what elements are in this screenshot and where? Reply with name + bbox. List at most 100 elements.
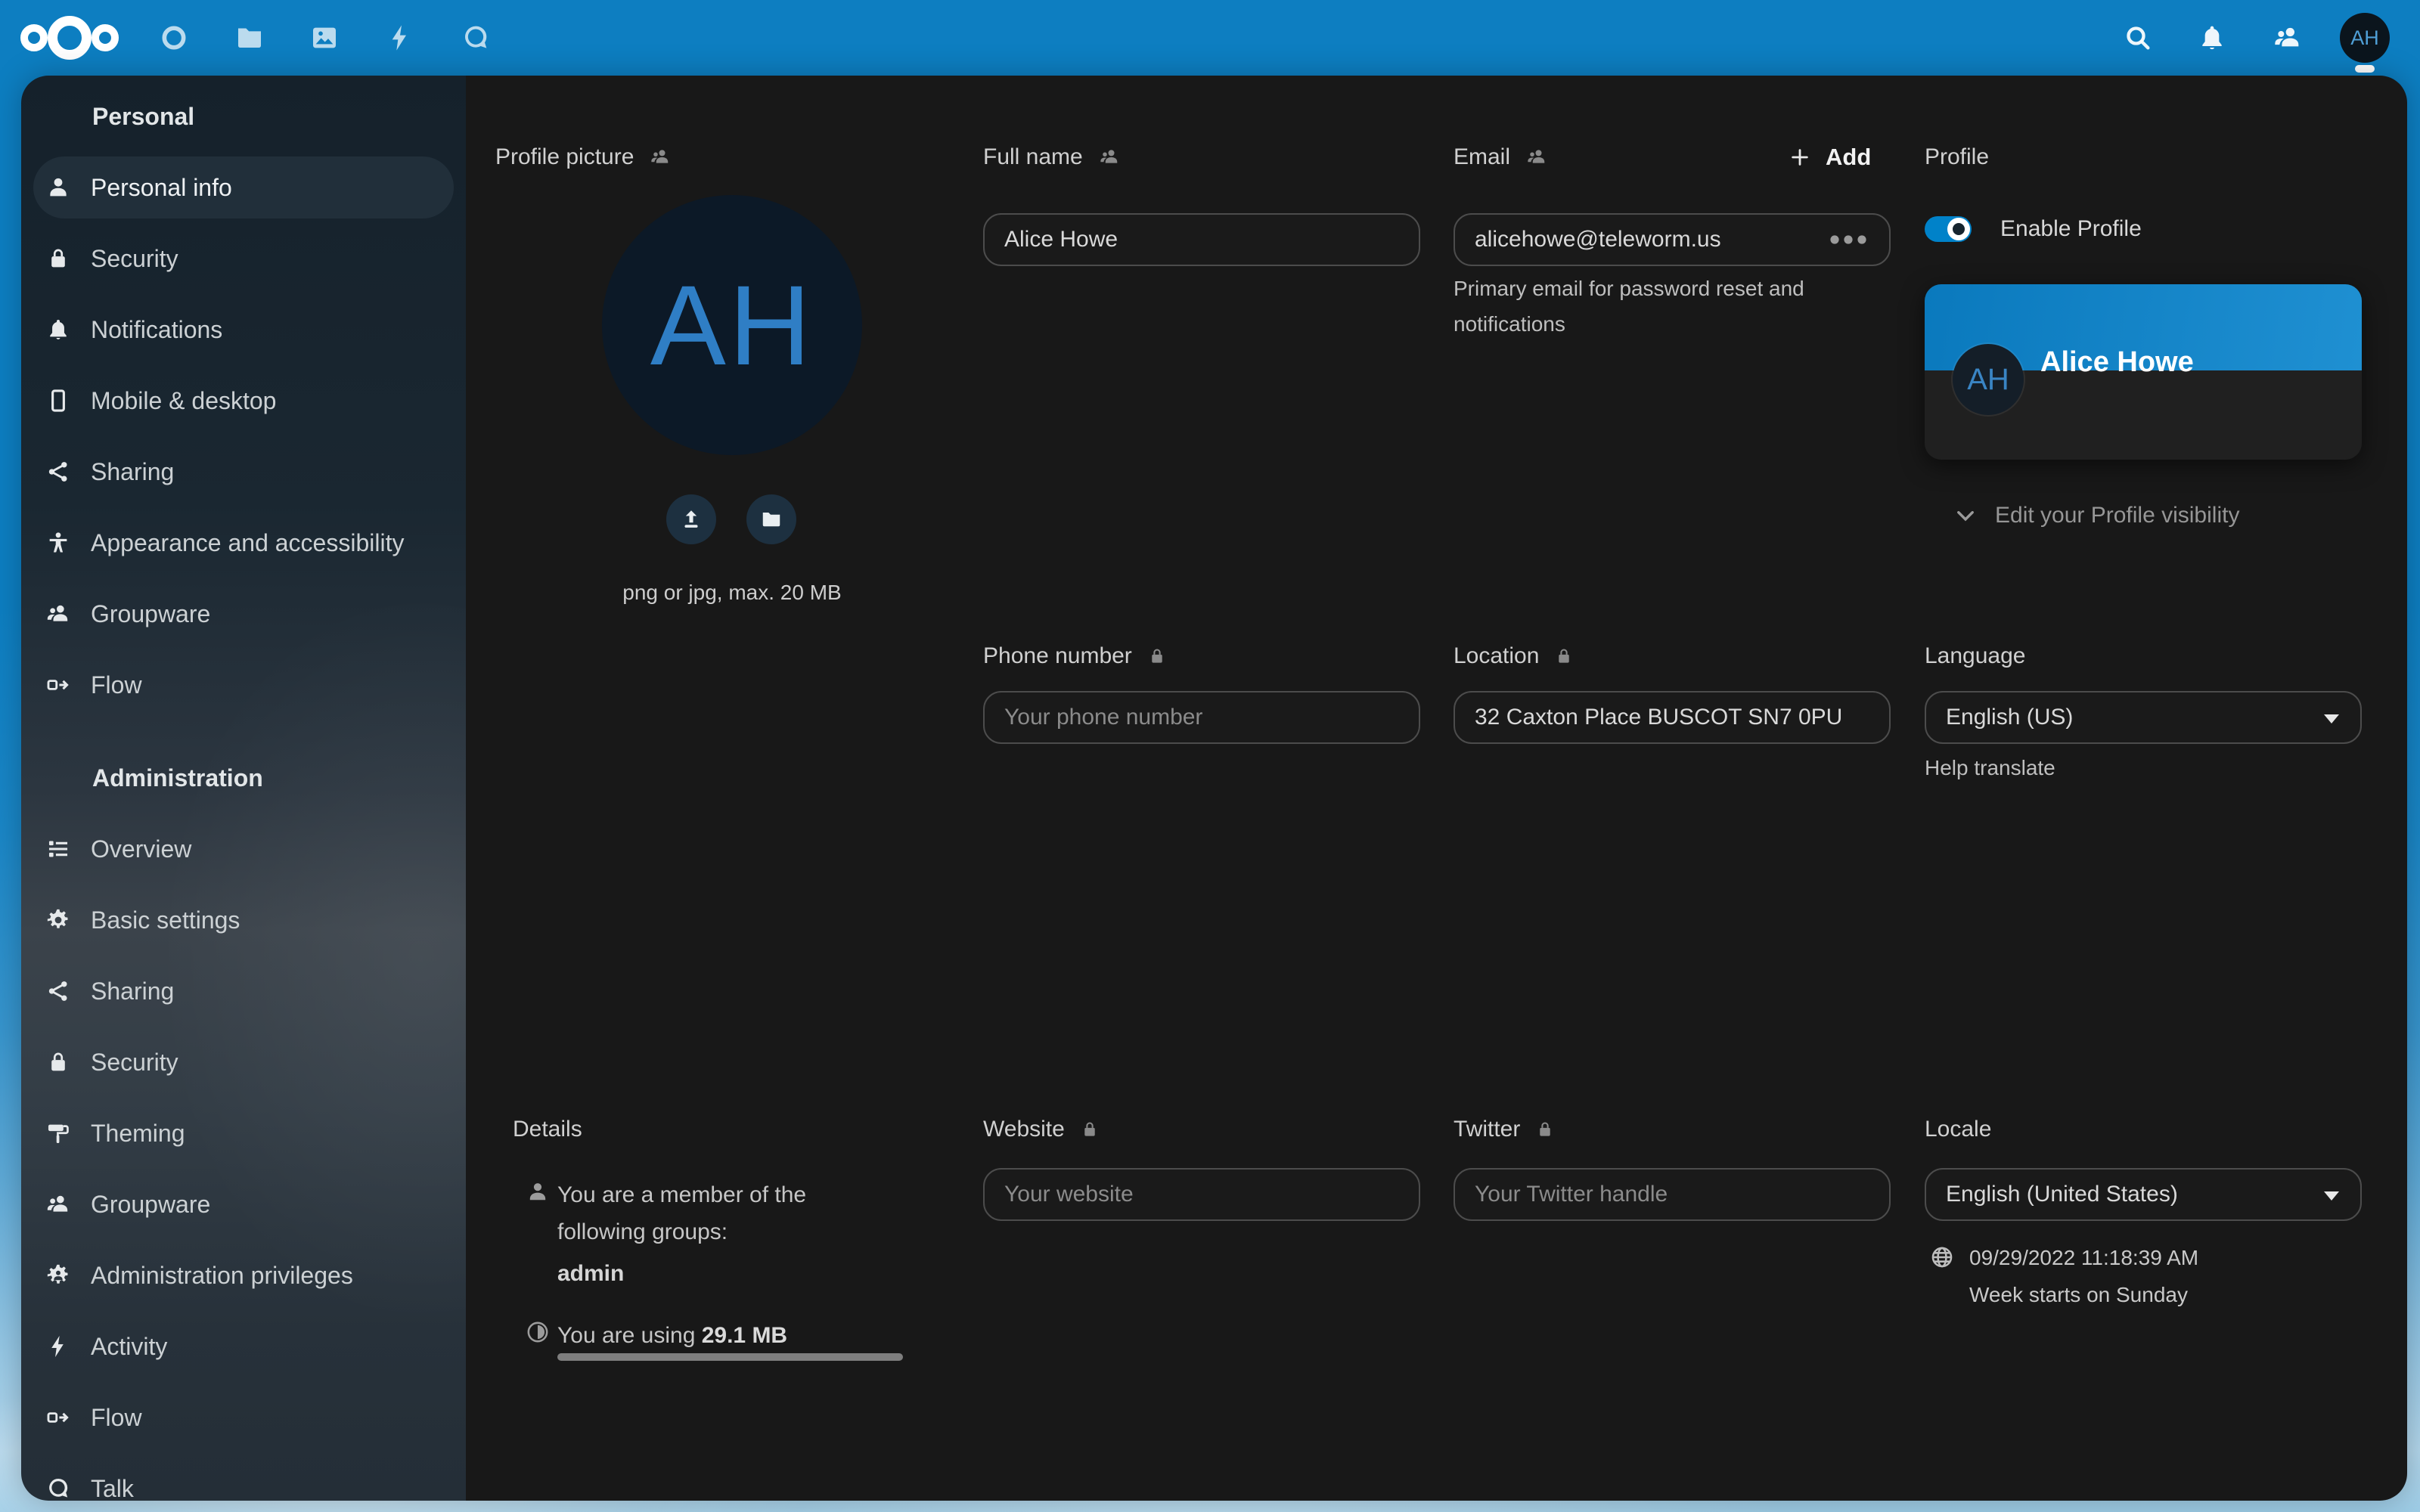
sidebar-item-groupware[interactable]: Groupware	[33, 583, 454, 645]
sidebar-item-label: Theming	[91, 1120, 185, 1148]
lock-icon[interactable]	[1147, 646, 1167, 666]
contacts-icon[interactable]	[2273, 23, 2303, 53]
add-email-button[interactable]: Add	[1789, 141, 1871, 174]
talk-icon[interactable]	[461, 23, 491, 53]
sidebar-item-label: Security	[91, 245, 178, 273]
admin-icon	[45, 1263, 71, 1288]
chevron-down-icon	[1953, 503, 1978, 528]
lock-icon	[45, 1049, 71, 1075]
phone-number-label: Phone number	[983, 640, 1167, 673]
sidebar-item-appearance-and-accessibility[interactable]: Appearance and accessibility	[33, 512, 454, 574]
sidebar-item-administration-privileges[interactable]: Administration privileges	[33, 1244, 454, 1306]
sidebar-item-theming[interactable]: Theming	[33, 1102, 454, 1164]
sidebar-item-label: Sharing	[91, 458, 174, 486]
profile-picture-avatar: AH	[602, 195, 862, 455]
sidebar-item-label: Flow	[91, 671, 142, 699]
top-header: AH	[0, 0, 2420, 76]
scope-people-icon[interactable]	[649, 146, 672, 169]
details-heading: Details	[513, 1113, 582, 1146]
lock-icon[interactable]	[1554, 646, 1574, 666]
sidebar-item-talk[interactable]: Talk	[33, 1458, 454, 1501]
list-icon	[45, 836, 71, 862]
sidebar-item-security[interactable]: Security	[33, 228, 454, 290]
profile-heading: Profile	[1925, 141, 1989, 174]
enable-profile-toggle[interactable]	[1925, 216, 1972, 242]
sidebar-item-label: Personal info	[91, 174, 232, 202]
flow-icon	[45, 1405, 71, 1430]
sidebar-item-sharing[interactable]: Sharing	[33, 441, 454, 503]
sidebar-item-label: Security	[91, 1049, 178, 1077]
user-avatar[interactable]: AH	[2340, 13, 2390, 63]
scope-people-icon[interactable]	[1098, 146, 1121, 169]
sidebar-section-title: Administration	[92, 764, 466, 792]
locale-datetime: 09/29/2022 11:18:39 AM	[1969, 1240, 2198, 1275]
contacts-icon	[45, 601, 71, 627]
scope-people-icon[interactable]	[1525, 146, 1548, 169]
email-actions-menu-icon[interactable]	[1827, 231, 1869, 249]
full-name-input[interactable]	[983, 213, 1420, 266]
lock-icon[interactable]	[1535, 1120, 1555, 1139]
twitter-label: Twitter	[1454, 1113, 1555, 1146]
sidebar-item-groupware[interactable]: Groupware	[33, 1173, 454, 1235]
locale-week-start: Week starts on Sunday	[1969, 1277, 2188, 1312]
website-input[interactable]	[983, 1168, 1420, 1221]
sidebar-item-activity[interactable]: Activity	[33, 1315, 454, 1377]
language-select[interactable]: English (US)	[1925, 691, 2362, 744]
sidebar-item-notifications[interactable]: Notifications	[33, 299, 454, 361]
enable-profile-label: Enable Profile	[2000, 215, 2142, 243]
sidebar-item-flow[interactable]: Flow	[33, 654, 454, 716]
sidebar-section-title: Personal	[92, 103, 466, 131]
lock-icon	[45, 246, 71, 271]
sidebar-item-basic-settings[interactable]: Basic settings	[33, 889, 454, 951]
twitter-input[interactable]	[1454, 1168, 1891, 1221]
email-label: Email	[1454, 141, 1548, 174]
email-input[interactable]	[1454, 213, 1891, 266]
sidebar-item-sharing[interactable]: Sharing	[33, 960, 454, 1022]
profile-card-avatar: AH	[1953, 344, 2024, 415]
language-label: Language	[1925, 640, 2025, 673]
dashboard-icon[interactable]	[159, 23, 189, 53]
locale-select[interactable]: English (United States)	[1925, 1168, 2362, 1221]
sidebar-item-label: Notifications	[91, 316, 222, 344]
activity-icon[interactable]	[385, 23, 415, 53]
search-icon[interactable]	[2123, 23, 2153, 53]
flow-icon	[45, 672, 71, 698]
choose-from-files-button[interactable]	[746, 494, 796, 544]
bell-icon	[45, 317, 71, 342]
sidebar-item-mobile-desktop[interactable]: Mobile & desktop	[33, 370, 454, 432]
sidebar-item-overview[interactable]: Overview	[33, 818, 454, 880]
share-icon	[45, 459, 71, 485]
notifications-bell-icon[interactable]	[2197, 23, 2227, 53]
sidebar-item-label: Overview	[91, 835, 191, 863]
email-help-text: Primary email for password reset and not…	[1454, 271, 1862, 342]
sidebar-item-personal-info[interactable]: Personal info	[33, 156, 454, 218]
share-icon	[45, 978, 71, 1004]
phone-number-input[interactable]	[983, 691, 1420, 744]
quota-icon	[525, 1319, 551, 1349]
talk-icon	[45, 1476, 71, 1501]
profile-picture-label: Profile picture	[495, 141, 672, 174]
photos-icon[interactable]	[309, 23, 340, 53]
select-caret-icon	[2324, 1191, 2339, 1201]
sidebar-item-label: Administration privileges	[91, 1262, 353, 1290]
sidebar-item-label: Groupware	[91, 1191, 210, 1219]
help-translate-link[interactable]: Help translate	[1925, 750, 2055, 785]
sidebar-item-label: Talk	[91, 1475, 134, 1501]
theming-icon	[45, 1120, 71, 1146]
sidebar-item-label: Sharing	[91, 978, 174, 1005]
edit-profile-visibility[interactable]: Edit your Profile visibility	[1953, 499, 2239, 532]
lock-icon[interactable]	[1080, 1120, 1100, 1139]
files-icon[interactable]	[234, 23, 265, 53]
page: { "header": { "app_icons": ["dashboard",…	[0, 0, 2420, 1512]
folder-icon	[760, 508, 783, 531]
sidebar-item-security[interactable]: Security	[33, 1031, 454, 1093]
select-caret-icon	[2324, 714, 2339, 723]
profile-preview-card[interactable]: AH Alice Howe	[1925, 284, 2362, 460]
location-input[interactable]	[1454, 691, 1891, 744]
sidebar-item-flow[interactable]: Flow	[33, 1387, 454, 1448]
groups-membership-text: You are a member of the following groups…	[557, 1176, 822, 1250]
avatar-menu-indicator	[2355, 65, 2375, 73]
sidebar-item-label: Basic settings	[91, 906, 240, 934]
upload-avatar-button[interactable]	[666, 494, 716, 544]
sidebar-item-label: Activity	[91, 1333, 167, 1361]
